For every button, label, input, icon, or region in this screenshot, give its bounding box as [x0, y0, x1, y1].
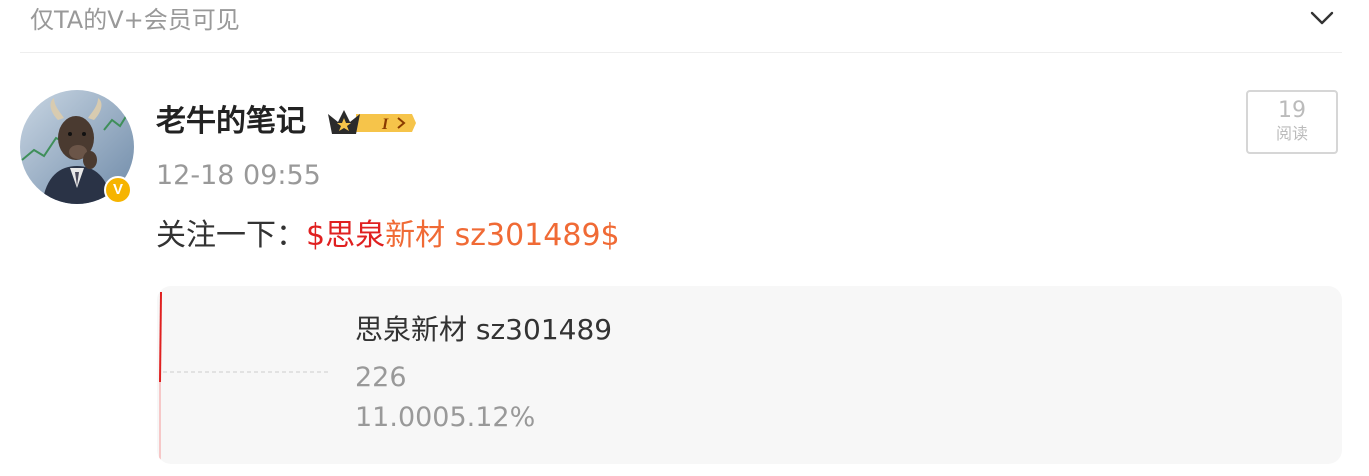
post-timestamp: 12-18 09:55 — [156, 160, 321, 191]
stock-sparkline — [159, 291, 331, 464]
read-count-label: 阅读 — [1275, 124, 1308, 143]
stock-mention-rest: 新材 sz301489$ — [385, 218, 620, 253]
post-item: V 老牛的笔记 I 12-18 09:55 19 阅读 关注一下：$思泉新材 s… — [20, 88, 1342, 468]
read-count-box: 19 阅读 — [1246, 90, 1338, 154]
stock-mention-highlight: $思泉 — [306, 218, 386, 253]
content-prefix: 关注一下： — [156, 218, 306, 253]
level-crown-badge-icon[interactable]: I — [326, 108, 416, 138]
avatar[interactable]: V — [20, 90, 134, 204]
author-name[interactable]: 老牛的笔记 — [156, 102, 306, 142]
verified-badge-icon: V — [104, 176, 132, 204]
visibility-notice: 仅TA的V+会员可见 — [30, 6, 240, 34]
stock-mention-link[interactable]: $思泉新材 sz301489$ — [306, 218, 620, 253]
stock-card-name: 思泉新材 sz301489 — [355, 313, 613, 346]
stock-card[interactable]: 思泉新材 sz301489 226 11.0005.12% — [157, 286, 1342, 464]
chevron-down-icon[interactable] — [1308, 4, 1336, 32]
visibility-bar: 仅TA的V+会员可见 — [20, 0, 1342, 53]
level-badge-text: I — [381, 116, 389, 133]
read-count: 19 — [1278, 98, 1306, 123]
stock-card-change: 11.0005.12% — [355, 402, 536, 433]
stock-card-price: 226 — [355, 362, 407, 393]
post-content: 关注一下：$思泉新材 sz301489$ — [156, 216, 620, 256]
